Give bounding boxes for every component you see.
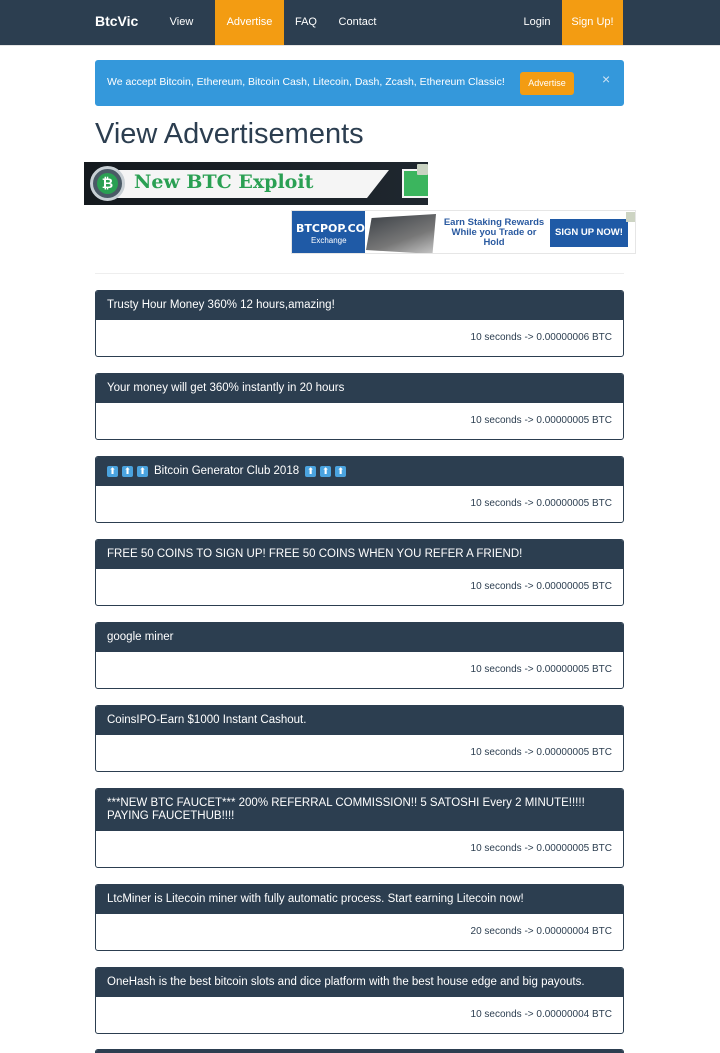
ad-title: google miner — [96, 623, 623, 652]
ad-title-row: ⬆ ⬆ ⬆ Bitcoin Generator Club 2018 ⬆ ⬆ ⬆ — [96, 457, 623, 486]
ad-reward: 10 seconds -> 0.00000005 BTC — [470, 415, 612, 426]
ad-reward: 10 seconds -> 0.00000005 BTC — [470, 664, 612, 675]
ad-title: FREE 50 COINS TO SIGN UP! FREE 50 COINS … — [96, 540, 623, 569]
brand-logo[interactable]: BtcVic — [95, 13, 138, 29]
divider — [95, 273, 624, 274]
bitcoin-coin-icon: ₿ — [90, 166, 125, 201]
up-arrow-icon: ⬆ — [320, 466, 332, 477]
ad-reward: 10 seconds -> 0.00000005 BTC — [470, 747, 612, 758]
banner-tagline: Earn Staking Rewards While you Trade or … — [443, 217, 545, 248]
up-arrow-icon: ⬆ — [107, 466, 118, 477]
ad-panel[interactable] — [95, 1049, 624, 1053]
close-icon[interactable]: × — [602, 71, 610, 87]
alert-advertise-button[interactable]: Advertise — [520, 72, 574, 95]
nav-advertise[interactable]: Advertise — [215, 0, 284, 45]
ad-panel[interactable]: FREE 50 COINS TO SIGN UP! FREE 50 COINS … — [95, 539, 624, 606]
page-title: View Advertisements — [95, 118, 364, 150]
ad-title: Trusty Hour Money 360% 12 hours,amazing! — [96, 291, 623, 320]
nav-view-ads[interactable]: View Ads — [159, 0, 204, 73]
laptop-image — [366, 214, 436, 253]
up-arrow-icon: ⬆ — [335, 466, 347, 477]
btcpop-logo-block: BTCPOP.CO Exchange — [292, 211, 366, 253]
ad-reward: 10 seconds -> 0.00000005 BTC — [470, 498, 612, 509]
ad-panel[interactable]: ⬆ ⬆ ⬆ Bitcoin Generator Club 2018 ⬆ ⬆ ⬆ … — [95, 456, 624, 523]
nav-signup[interactable]: Sign Up! — [562, 0, 623, 45]
nav-login[interactable]: Login — [522, 0, 552, 45]
btcpop-banner[interactable]: BTCPOP.CO Exchange Earn Staking Rewards … — [291, 210, 636, 254]
ad-title: Your money will get 360% instantly in 20… — [96, 374, 623, 403]
ad-title: Bitcoin Generator Club 2018 — [154, 465, 300, 477]
ad-choices-icon[interactable] — [417, 164, 428, 175]
up-arrow-icon: ⬆ — [122, 466, 133, 477]
ad-reward: 20 seconds -> 0.00000004 BTC — [470, 926, 612, 937]
ad-panel[interactable]: OneHash is the best bitcoin slots and di… — [95, 967, 624, 1034]
up-arrow-icon: ⬆ — [137, 466, 148, 477]
ad-panel[interactable]: LtcMiner is Litecoin miner with fully au… — [95, 884, 624, 951]
ad-reward: 10 seconds -> 0.00000005 BTC — [470, 581, 612, 592]
ad-title: CoinsIPO-Earn $1000 Instant Cashout. — [96, 706, 623, 735]
btcpop-logo-sub: Exchange — [311, 236, 347, 245]
ad-panel[interactable]: Trusty Hour Money 360% 12 hours,amazing!… — [95, 290, 624, 357]
ad-title: ***NEW BTC FAUCET*** 200% REFERRAL COMMI… — [96, 789, 623, 831]
ad-reward: 10 seconds -> 0.00000006 BTC — [470, 332, 612, 343]
ad-title: OneHash is the best bitcoin slots and di… — [96, 968, 623, 997]
btc-exploit-banner[interactable]: ₿ New BTC Exploit Start — [84, 162, 428, 205]
alert-text: We accept Bitcoin, Ethereum, Bitcoin Cas… — [107, 76, 505, 88]
nav-contact[interactable]: Contact — [338, 0, 377, 45]
ad-reward: 10 seconds -> 0.00000005 BTC — [470, 843, 612, 854]
ad-panel[interactable]: CoinsIPO-Earn $1000 Instant Cashout. 10 … — [95, 705, 624, 772]
bitcoin-symbol: ₿ — [97, 173, 118, 194]
ad-choices-icon[interactable] — [626, 212, 635, 222]
ad-panel[interactable]: Your money will get 360% instantly in 20… — [95, 373, 624, 440]
ad-title: LtcMiner is Litecoin miner with fully au… — [96, 885, 623, 914]
banner-signup-button[interactable]: SIGN UP NOW! — [550, 219, 628, 247]
ad-panel[interactable]: google miner 10 seconds -> 0.00000005 BT… — [95, 622, 624, 689]
top-navbar: BtcVic View Ads Advertise FAQ Contact Lo… — [0, 0, 720, 73]
payment-alert: We accept Bitcoin, Ethereum, Bitcoin Cas… — [95, 60, 624, 106]
up-arrow-icon: ⬆ — [305, 466, 317, 477]
btcpop-logo: BTCPOP.CO — [296, 222, 366, 235]
banner-headline: New BTC Exploit — [134, 171, 314, 193]
nav-faq[interactable]: FAQ — [294, 0, 318, 45]
ad-reward: 10 seconds -> 0.00000004 BTC — [470, 1009, 612, 1020]
ad-panel[interactable]: ***NEW BTC FAUCET*** 200% REFERRAL COMMI… — [95, 788, 624, 868]
